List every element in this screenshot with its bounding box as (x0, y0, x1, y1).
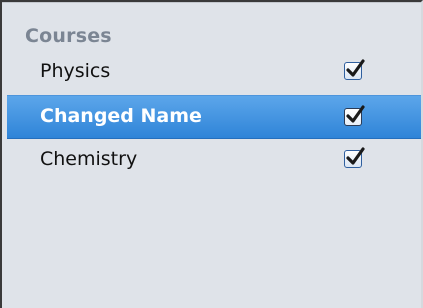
checkmark-icon (346, 105, 365, 123)
section-header-courses: Courses (25, 25, 112, 47)
list-item-label: Physics (40, 60, 111, 82)
checkmark-icon (346, 59, 365, 77)
list-item-chemistry[interactable]: Chemistry (7, 138, 421, 182)
checkmark-icon (346, 147, 365, 165)
course-checkbox[interactable] (344, 147, 365, 168)
list-item-changed-name[interactable]: Changed Name (7, 95, 421, 139)
source-list-panel: Courses Physics Changed Name Chemistry (0, 0, 423, 308)
list-item-physics[interactable]: Physics (7, 50, 421, 94)
list-item-label: Chemistry (40, 148, 138, 170)
course-checkbox[interactable] (344, 105, 365, 126)
course-checkbox[interactable] (344, 59, 365, 80)
courses-list: Courses Physics Changed Name Chemistry (2, 2, 421, 308)
list-item-label: Changed Name (40, 105, 202, 127)
